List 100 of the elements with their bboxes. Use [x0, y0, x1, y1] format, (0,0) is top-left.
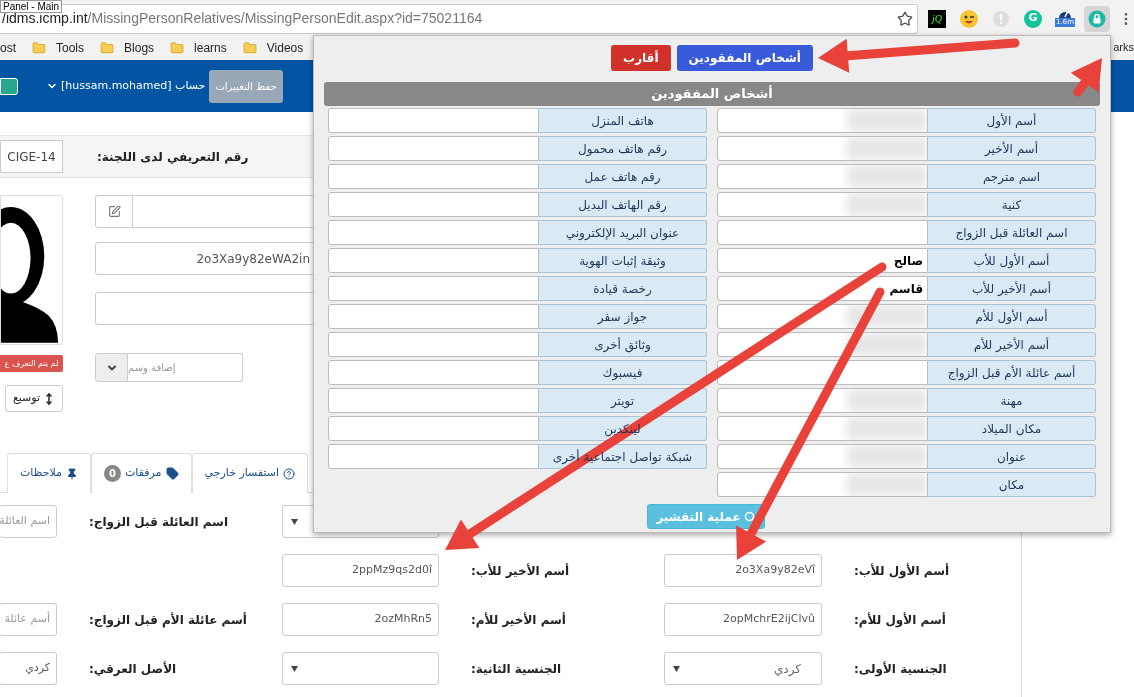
field-label: اسم العائلة قبل الزواج:: [89, 513, 228, 531]
value-field[interactable]: [328, 332, 539, 357]
caret-icon: [291, 518, 298, 525]
bookmark-item[interactable]: learns: [170, 38, 227, 57]
text-field[interactable]: 2opMchrE2ijClvû: [664, 603, 822, 636]
field-label: أسم الأخير للأم: [928, 332, 1096, 357]
field-label: رخصة قيادة: [539, 276, 707, 301]
value-field[interactable]: [717, 472, 928, 497]
field-label: أسم الأول: [928, 108, 1096, 133]
tab[interactable]: استفسار خارجي: [191, 453, 309, 493]
select-field[interactable]: كردي: [664, 652, 822, 685]
tab[interactable]: ملاحظات: [7, 453, 91, 493]
edit-button[interactable]: [95, 195, 133, 228]
expand-button[interactable]: توسيع: [5, 385, 63, 412]
value-field[interactable]: [328, 192, 539, 217]
value-field[interactable]: [328, 164, 539, 189]
value-field[interactable]: [328, 220, 539, 245]
value-field[interactable]: [328, 416, 539, 441]
value-field[interactable]: [328, 248, 539, 273]
text-field[interactable]: 2o3Xa9y82eVî: [664, 554, 822, 587]
field-label: كنية: [928, 192, 1096, 217]
field-label: أسم الأخير: [928, 136, 1096, 161]
field-label: مكان: [928, 472, 1096, 497]
folder-icon: [100, 40, 115, 55]
field-label: أسم الأول للأب: [928, 248, 1096, 273]
value-field[interactable]: [717, 360, 928, 385]
field-label: اسم العائلة قبل الزواج: [928, 220, 1096, 245]
bookmark-item[interactable]: Videos: [242, 38, 304, 57]
select-field[interactable]: [282, 652, 439, 685]
field-label: الجنسية الثانية:: [471, 660, 562, 678]
field-label: أسم الأخير للأب:: [471, 562, 570, 580]
account-menu[interactable]: [hussam.mohamed] حساب: [61, 77, 206, 95]
field-label: الأصل العرقي:: [89, 660, 177, 678]
field-label: تويتر: [539, 388, 707, 413]
bookmark-item[interactable]: arks: [1113, 39, 1134, 56]
field-label: الجنسية الأولى:: [854, 660, 947, 678]
bookmark-item[interactable]: Blogs: [100, 38, 155, 57]
popup-tab[interactable]: أقارب: [611, 45, 671, 71]
edit-icon: [107, 205, 121, 218]
value-field[interactable]: صالح: [717, 248, 928, 273]
value-field[interactable]: [328, 388, 539, 413]
value-field[interactable]: [717, 388, 928, 413]
field-label: مهنة: [928, 388, 1096, 413]
dropdown-button[interactable]: [95, 353, 128, 382]
value-field[interactable]: [717, 416, 928, 441]
field-label: أسم الأول للأم: [928, 304, 1096, 329]
value-field[interactable]: [717, 108, 928, 133]
value-field[interactable]: [717, 164, 928, 189]
value-field[interactable]: [717, 220, 928, 245]
value-field[interactable]: [717, 444, 928, 469]
text-field[interactable]: [133, 195, 315, 228]
section-header: أشخاص المفقودين: [324, 82, 1100, 106]
field-label: رقم هاتف عمل: [539, 164, 707, 189]
field-label: اسم مترجم: [928, 164, 1096, 189]
text-field[interactable]: [95, 292, 315, 325]
folder-icon: [32, 40, 46, 55]
pin-icon: [66, 467, 78, 480]
field-label: جواز سفر: [539, 304, 707, 329]
popup-tab[interactable]: أشخاص المفقودين: [676, 45, 813, 71]
field-label: عنوان: [928, 444, 1096, 469]
lock-icon: [1088, 9, 1107, 28]
field-label: أسم الأول للأم:: [854, 611, 946, 629]
field-label: مكان الميلاد: [928, 416, 1096, 441]
tag-icon: [165, 467, 179, 480]
text-field[interactable]: 2o3Xa9y82eWA2in: [95, 242, 315, 275]
help-icon: [283, 467, 296, 480]
bookmark-item[interactable]: Tools: [32, 38, 85, 57]
field-label: أسم عائلة الأم قبل الزواج: [928, 360, 1096, 385]
field-label: أسم الأخير للأب: [928, 276, 1096, 301]
extension-button[interactable]: [1084, 5, 1111, 32]
exclamation-circle-icon: [992, 9, 1011, 28]
field-label: أسم الأخير للأم:: [471, 611, 566, 629]
value-field[interactable]: [328, 360, 539, 385]
field-label: أسم الأول للأب:: [854, 562, 950, 580]
value-field[interactable]: [328, 136, 539, 161]
text-field[interactable]: 2ppMz9qs2d0î: [282, 554, 439, 587]
value-field[interactable]: [717, 192, 928, 217]
field-label: وثائق أخرى: [539, 332, 707, 357]
menu-toggle-button[interactable]: [0, 77, 18, 95]
winking-face-icon: [959, 8, 980, 29]
value-field[interactable]: [328, 304, 539, 329]
field-label: عنوان البريد الإلكتروني: [539, 220, 707, 245]
value-field[interactable]: [328, 108, 539, 133]
field-label: أسم عائلة الأم قبل الزواج:: [89, 611, 247, 629]
status-badge: لم يتم التعرف ع: [0, 355, 63, 372]
id-field[interactable]: CIGE-14: [0, 140, 63, 173]
bookmark-item[interactable]: ost: [0, 38, 16, 57]
value-field[interactable]: [717, 136, 928, 161]
text-field[interactable]: كردي: [0, 652, 57, 685]
value-field[interactable]: [328, 276, 539, 301]
value-field[interactable]: [328, 444, 539, 469]
field-label: فيسبوك: [539, 360, 707, 385]
field-label: وثيقة إثبات الهوية: [539, 248, 707, 273]
text-field[interactable]: 2ozMhRn5: [282, 603, 439, 636]
caret-icon: [291, 665, 298, 672]
folder-icon: [170, 40, 185, 55]
field-label: رقم الهاتف البديل: [539, 192, 707, 217]
bookmark-star-icon[interactable]: [897, 10, 914, 27]
tooltip: Panel - Main: [0, 0, 63, 13]
id-label: رقم التعريفي لدى اللجنة:: [97, 148, 249, 166]
